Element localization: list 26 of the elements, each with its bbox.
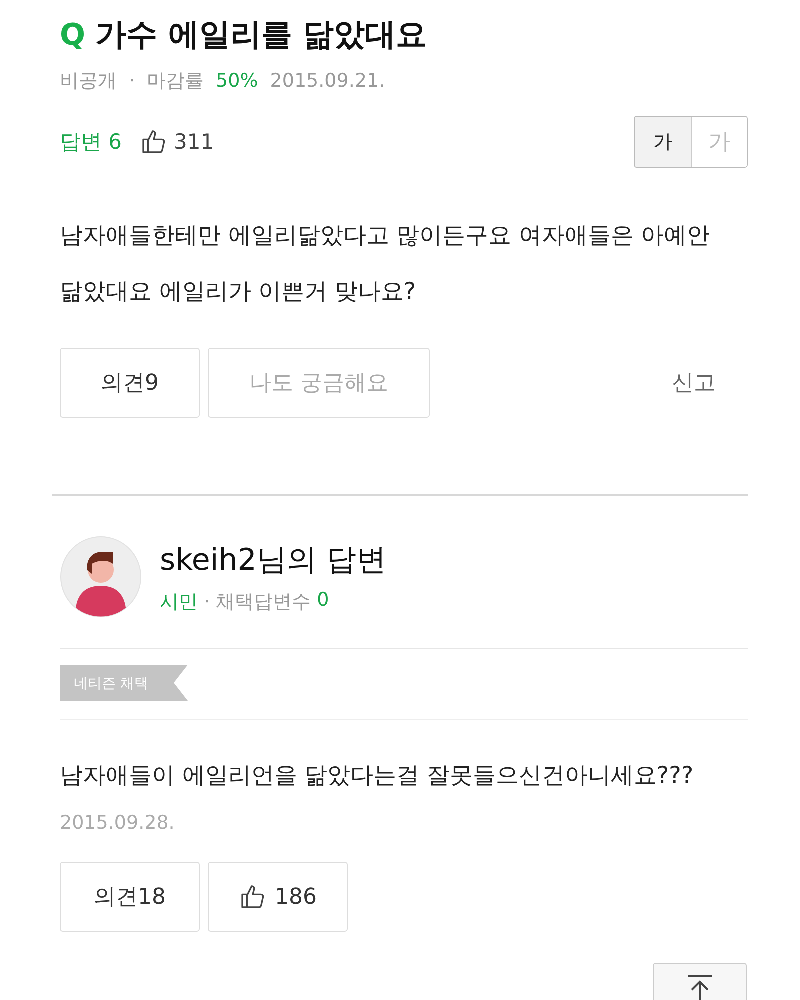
report-link[interactable]: 신고 xyxy=(666,367,722,399)
q-mark: Q xyxy=(60,18,86,52)
like-button[interactable]: 186 xyxy=(208,862,348,932)
thumbs-up-icon xyxy=(239,883,267,911)
question-date: 2015.09.21. xyxy=(270,70,386,92)
opinions-button[interactable]: 의견9 xyxy=(60,348,200,418)
adopted-count: 0 xyxy=(317,588,330,612)
answerer-title: skeih2님의 답변 xyxy=(160,542,386,580)
netizen-pick-tag: 네티즌 채택 xyxy=(60,665,188,701)
like-count: 311 xyxy=(174,130,214,154)
up-arrow-icon xyxy=(685,974,715,1000)
font-size-button[interactable]: 가 xyxy=(635,117,691,167)
adopted-count-label: · 채택답변수 xyxy=(204,590,312,614)
answer-count: 답변 6 xyxy=(60,129,122,156)
avatar-icon xyxy=(60,536,142,618)
scroll-top-button[interactable] xyxy=(653,963,747,1000)
opinions-button[interactable]: 의견18 xyxy=(60,862,200,932)
close-rate-label: 마감률 xyxy=(147,69,204,94)
rank-label: 시민 xyxy=(160,590,198,614)
close-rate: 50% xyxy=(216,70,258,92)
answer-body: 남자애들이 에일리언을 닮았다는걸 잘못들으신건아니세요??? xyxy=(60,762,695,791)
privacy-label: 비공개 xyxy=(60,69,117,94)
answer-date: 2015.09.28. xyxy=(60,812,176,834)
question-body: 남자애들한테만 에일리닮았다고 많이든구요 여자애들은 아예안닮았대요 에일리가 이쁜거 맞나요? xyxy=(60,222,712,307)
separator: · xyxy=(129,70,136,92)
question-title: 가수 에일리를 닮았대요 xyxy=(96,16,428,55)
